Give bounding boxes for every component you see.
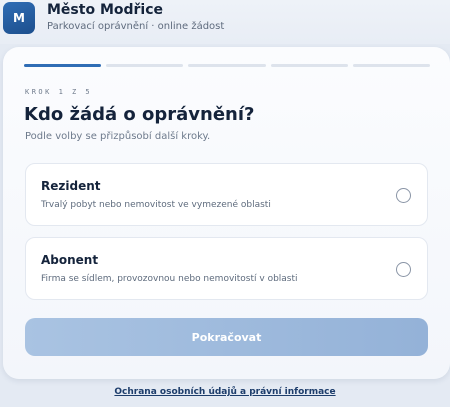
option-title: Rezident: [41, 179, 101, 193]
progress-segment-1: [24, 64, 102, 67]
app-title: Město Modřice: [47, 2, 164, 18]
progress-segment-3: [188, 64, 266, 67]
progress-segment-5: [352, 64, 431, 67]
form-hint: Podle volby se přizpůsobí další kroky.: [25, 131, 211, 142]
option-description: Firma se sídlem, provozovnou nebo nemovi…: [41, 274, 298, 284]
app-subtitle: Parkovací oprávnění · online žádost: [47, 21, 225, 32]
option-title: Abonent: [41, 253, 99, 267]
form-card: KROK 1 Z 5 Kdo žádá o oprávnění? Podle v…: [3, 47, 450, 379]
progress-segment-4: [270, 64, 348, 67]
step-progress-bar: [24, 64, 431, 68]
form-question: Kdo žádá o oprávnění?: [24, 104, 255, 125]
progress-segment-2: [106, 64, 184, 67]
radio-unchecked-icon[interactable]: [396, 188, 411, 203]
app-header: M Město Modřice Parkovací oprávnění · on…: [0, 0, 450, 44]
continue-button[interactable]: Pokračovat: [25, 318, 428, 356]
option-rezident[interactable]: Rezident Trvalý pobyt nebo nemovitost ve…: [25, 163, 428, 226]
option-abonent[interactable]: Abonent Firma se sídlem, provozovnou neb…: [25, 237, 428, 300]
privacy-legal-link[interactable]: Ochrana osobních údajů a právní informac…: [0, 387, 450, 397]
option-description: Trvalý pobyt nebo nemovitost ve vymezené…: [41, 200, 271, 210]
step-label: KROK 1 Z 5: [25, 88, 93, 96]
radio-unchecked-icon[interactable]: [396, 262, 411, 277]
city-logo: M: [3, 2, 35, 34]
